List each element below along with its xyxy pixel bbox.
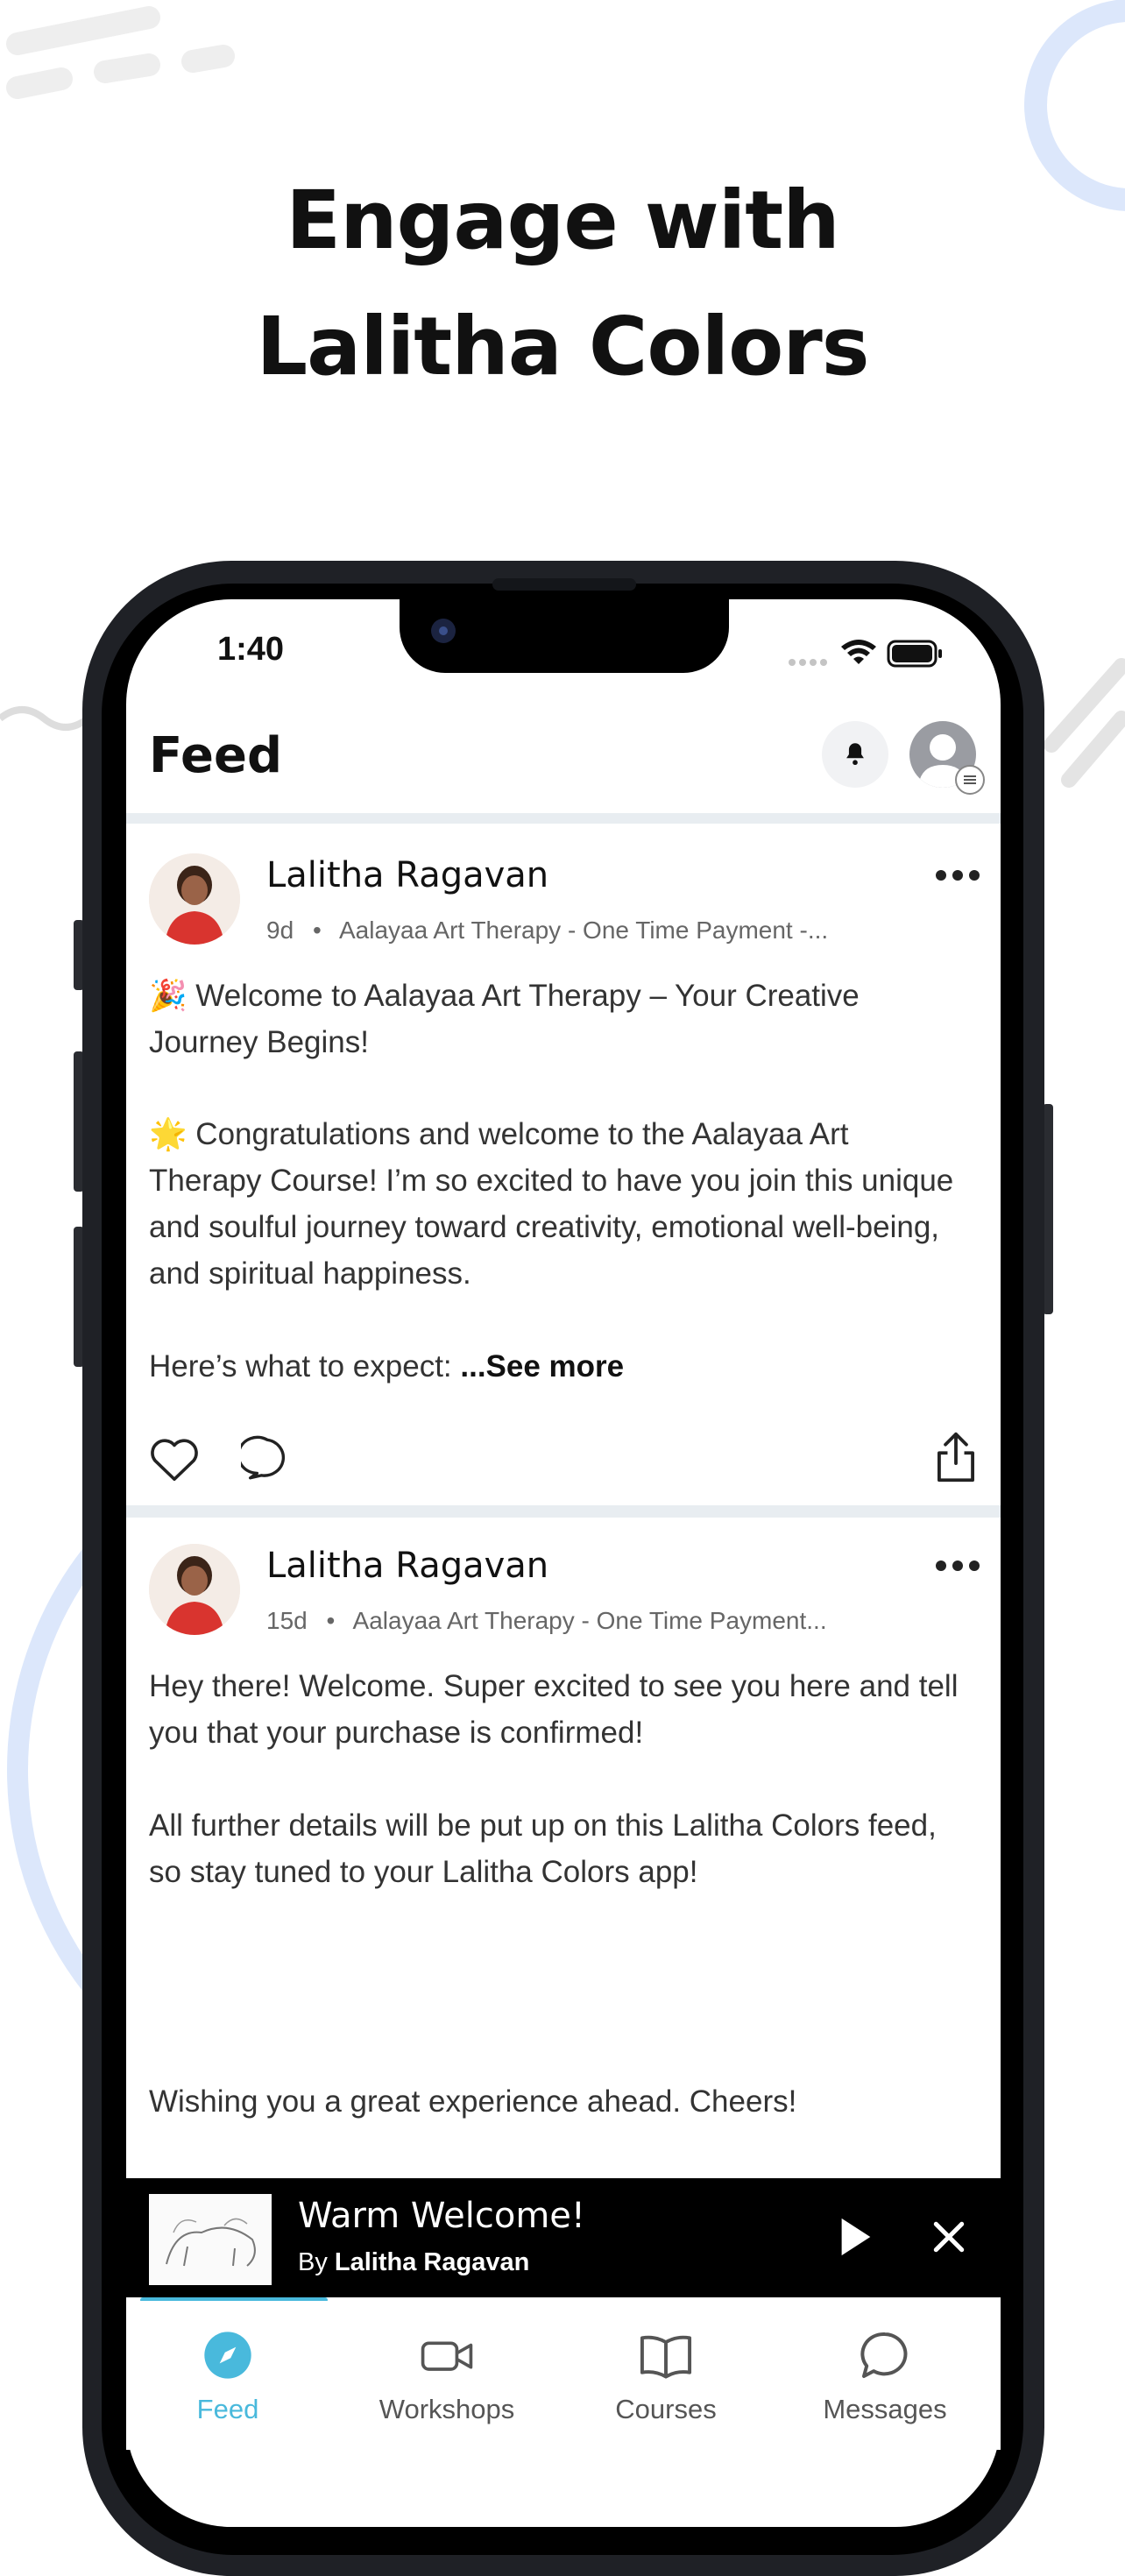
post-text-intro: Hey there! Welcome. Super excited to see…	[149, 1669, 959, 1750]
tab-messages[interactable]: Messages	[797, 2327, 973, 2425]
promo-headline: Engage with Lalitha Colors	[0, 158, 1125, 410]
post-age: 9d	[266, 916, 294, 944]
post-channel[interactable]: Aalayaa Art Therapy - One Time Payment..…	[353, 1607, 827, 1634]
post-author-name[interactable]: Lalitha Ragavan	[266, 1546, 548, 1586]
player-title: Warm Welcome!	[298, 2196, 585, 2236]
signal-icon	[789, 659, 827, 666]
post-meta: 9d • Aalayaa Art Therapy - One Time Paym…	[266, 916, 828, 945]
menu-lines-icon	[964, 775, 976, 784]
sketch-artwork-icon	[149, 2194, 272, 2285]
more-dot-icon	[936, 870, 946, 881]
decorative-stripes-right	[1044, 658, 1125, 788]
tab-label: Messages	[823, 2394, 947, 2424]
tab-label: Courses	[615, 2394, 717, 2424]
post-more-options-button[interactable]	[936, 1560, 980, 1573]
more-dot-icon	[952, 870, 963, 881]
comment-bubble-icon[interactable]	[241, 1433, 294, 1484]
post-age: 15d	[266, 1607, 308, 1634]
notifications-button[interactable]	[822, 721, 888, 788]
author-photo-icon	[149, 1544, 240, 1635]
post-text-body: All further details will be put up on th…	[149, 1808, 937, 1889]
post-text-intro: 🎉 Welcome to Aalayaa Art Therapy – Your …	[149, 979, 860, 1059]
post-meta: 15d • Aalayaa Art Therapy - One Time Pay…	[266, 1607, 827, 1635]
battery-icon	[887, 640, 942, 668]
post-author-avatar[interactable]	[149, 853, 240, 945]
author-photo-icon	[149, 853, 240, 945]
like-heart-icon[interactable]	[147, 1433, 202, 1484]
bottom-tab-bar: Feed Workshops Courses Messages	[126, 2301, 1001, 2450]
tab-feed[interactable]: Feed	[140, 2327, 315, 2425]
tab-label: Workshops	[379, 2394, 515, 2424]
decorative-dashes	[6, 6, 235, 99]
header-divider	[126, 813, 1001, 824]
post-more-options-button[interactable]	[936, 870, 980, 882]
more-dot-icon	[969, 1560, 980, 1571]
post-author-name[interactable]: Lalitha Ragavan	[266, 855, 548, 895]
tab-courses[interactable]: Courses	[578, 2327, 754, 2425]
page-title: Feed	[149, 727, 283, 784]
more-dot-icon	[936, 1560, 946, 1571]
headline-line-2: Lalitha Colors	[256, 300, 870, 393]
more-dot-icon	[952, 1560, 963, 1571]
status-icons	[789, 640, 942, 668]
meta-separator: •	[326, 1607, 336, 1634]
tab-workshops[interactable]: Workshops	[359, 2327, 534, 2425]
post-text-closing: Wishing you a great experience ahead. Ch…	[149, 2084, 797, 2119]
post-text-body: 🌟 Congratulations and welcome to the Aal…	[149, 1117, 954, 1291]
episode-thumbnail	[149, 2194, 272, 2285]
wifi-icon	[841, 640, 876, 664]
video-camera-icon	[421, 2341, 473, 2371]
more-dot-icon	[969, 870, 980, 881]
compass-icon	[204, 2332, 251, 2379]
front-camera	[431, 619, 456, 643]
byline-author: Lalitha Ragavan	[334, 2248, 530, 2276]
headline-line-1: Engage with	[286, 173, 840, 267]
post-text-teaser: Here’s what to expect: ...See more	[149, 1343, 964, 1390]
meta-separator: •	[312, 916, 322, 944]
menu-badge[interactable]	[955, 765, 985, 795]
share-icon[interactable]	[932, 1430, 980, 1484]
close-icon[interactable]	[930, 2219, 967, 2255]
player-byline: By Lalitha Ragavan	[298, 2248, 529, 2277]
byline-prefix: By	[298, 2248, 328, 2276]
see-more-link[interactable]: ...See more	[460, 1349, 624, 1384]
post-teaser-text: Here’s what to expect:	[149, 1349, 461, 1384]
post-channel[interactable]: Aalayaa Art Therapy - One Time Payment -…	[339, 916, 828, 944]
post-author-avatar[interactable]	[149, 1544, 240, 1635]
post-divider	[126, 1505, 1001, 1518]
play-icon[interactable]	[836, 2215, 874, 2259]
status-time: 1:40	[217, 631, 285, 668]
book-icon	[640, 2335, 692, 2379]
chat-bubble-icon	[860, 2332, 908, 2378]
tab-label: Feed	[196, 2394, 259, 2424]
bell-icon	[846, 743, 864, 766]
phone-speaker	[492, 578, 636, 591]
media-player-bar[interactable]: Warm Welcome! By Lalitha Ragavan	[126, 2178, 1001, 2297]
